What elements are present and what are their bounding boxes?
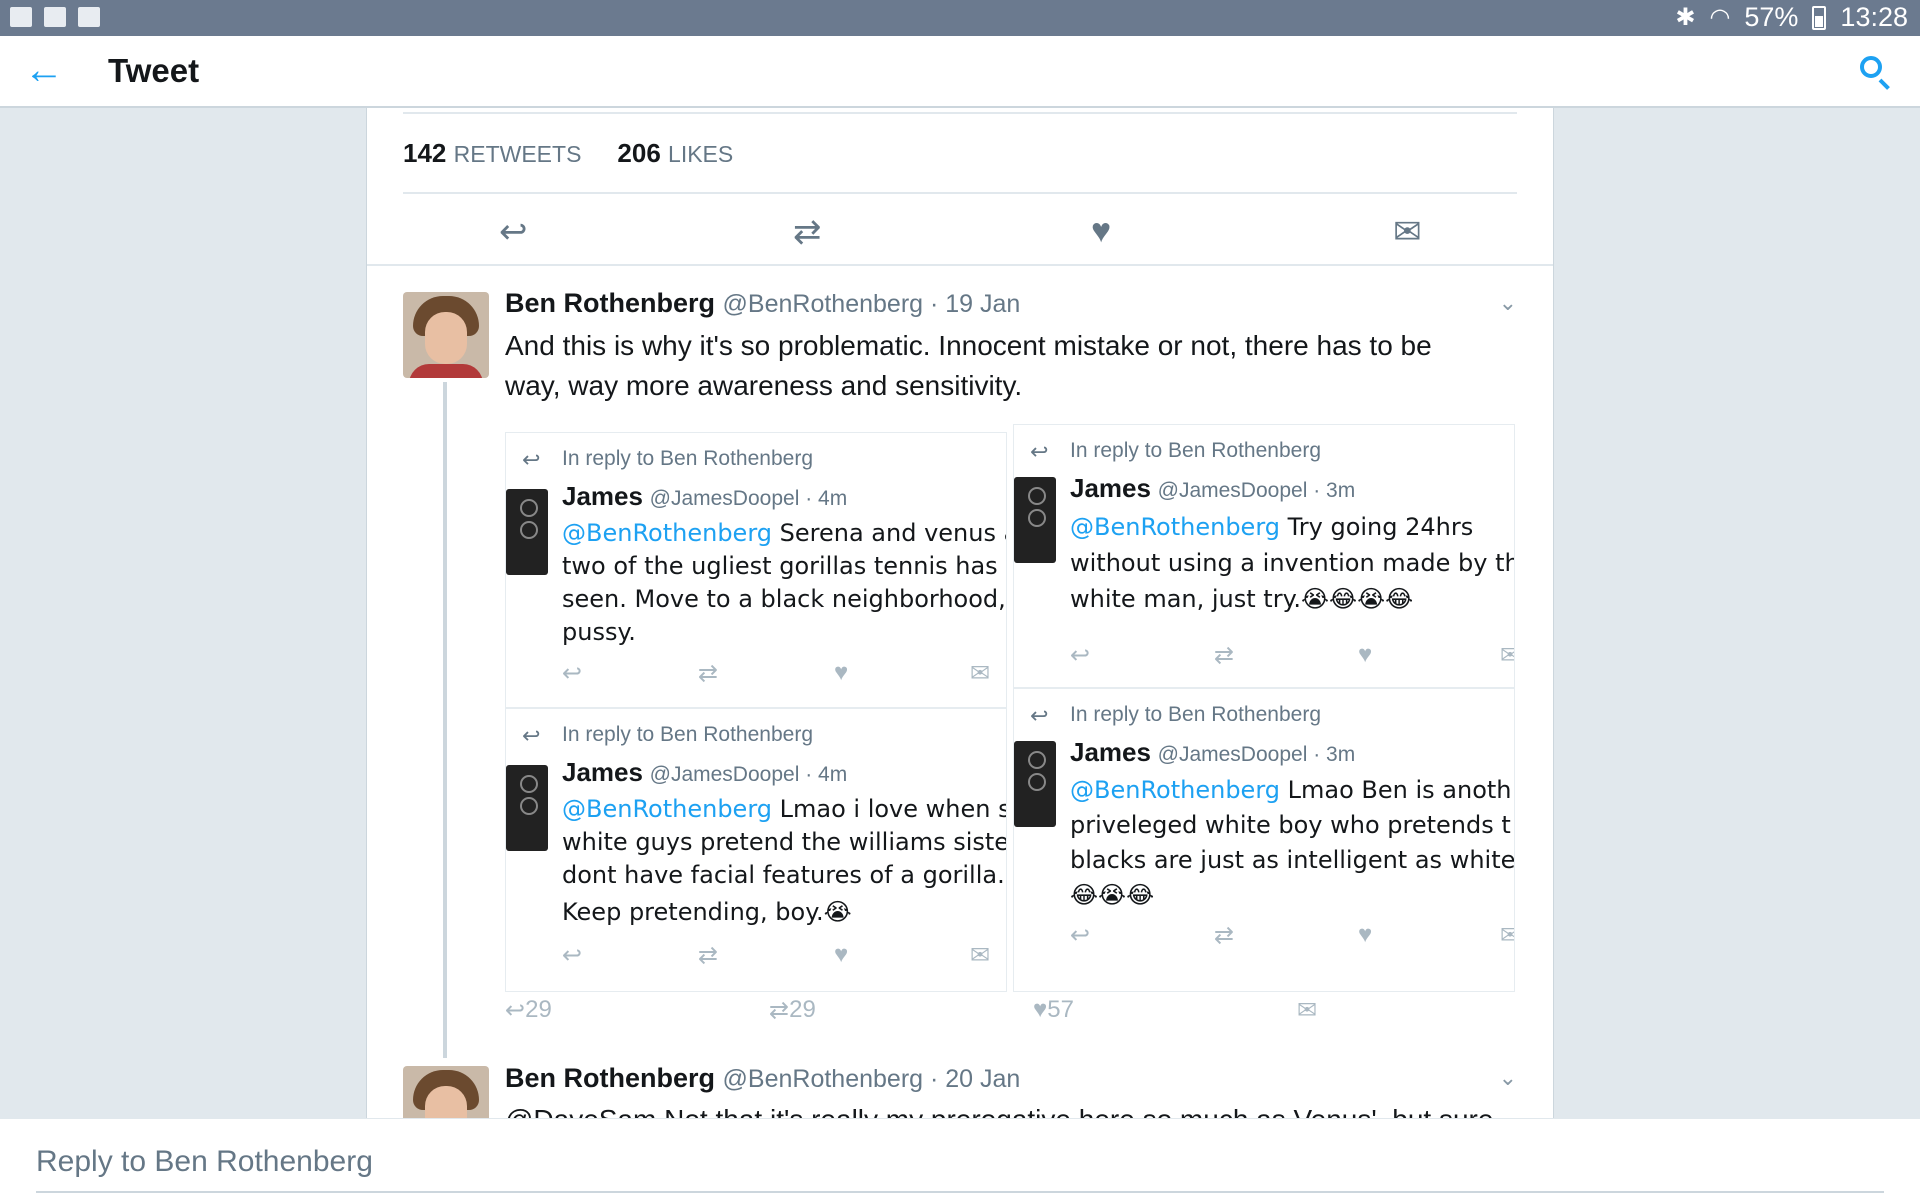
embedded-tweet-card: ↩ In reply to Ben Rothenberg James @James… [1013,688,1515,992]
divider [403,192,1517,194]
in-reply-to: ↩ In reply to Ben Rothenberg [1030,703,1321,728]
tweet-detail-panel: 142 RETWEETS 206 LIKES ↩ ⇄ ♥ ✉ Ben Rothe… [366,108,1554,1118]
direct-message-icon: ✉ [970,660,991,687]
reply-icon: ↩ [1030,439,1049,464]
reply-icon: ↩ [522,447,541,472]
retweet-action[interactable]: ⇄ 29 [769,996,816,1025]
direct-message-icon[interactable]: ✉ [1393,212,1422,252]
embedded-tweet-card: ↩ In reply to Ben Rothenberg James @James… [505,708,1007,992]
embedded-actions: ↩ ⇄ ♥ ✉ [562,941,996,971]
like-heart-icon: ♥ [1358,641,1373,668]
avatar[interactable] [403,1066,489,1118]
retweet-icon: ⇄ [698,942,719,969]
direct-message-icon[interactable]: ✉ [1297,996,1317,1025]
embedded-actions: ↩ ⇄ ♥ ✉ [1070,641,1514,671]
embedded-tweet-card: ↩ In reply to Ben Rothenberg James @James… [505,432,1007,708]
divider [403,112,1517,114]
like-heart-icon: ♥ [1358,921,1373,948]
embedded-actions: ↩ ⇄ ♥ ✉ [562,659,996,689]
embedded-header: James @JamesDoopel · 4m [562,481,848,511]
chevron-down-icon[interactable]: ⌄ [1499,1065,1517,1091]
like-heart-icon: ♥ [834,659,849,686]
tweet-header: Ben Rothenberg @BenRothenberg · 20 Jan [505,1063,1020,1094]
back-arrow-icon[interactable]: ← [24,48,64,92]
retweet-icon: ⇄ [698,660,719,687]
tweet-actions: ↩ 29 ⇄ 29 ♥ 57 ✉ [505,996,1515,1036]
retweets-stat[interactable]: 142 RETWEETS [403,138,581,169]
reply-icon: ↩ [1030,703,1049,728]
like-heart-icon: ♥ [834,941,849,968]
direct-message-icon: ✉ [1500,641,1514,670]
chevron-down-icon[interactable]: ⌄ [1499,290,1517,316]
wifi-icon: ◠ [1709,4,1731,31]
embedded-text: @BenRothenberg Try going 24hrs without u… [1070,513,1515,613]
embedded-header: James @JamesDoopel · 3m [1070,737,1356,767]
in-reply-to: ↩ In reply to Ben Rothenberg [522,723,813,748]
in-reply-to: ↩ In reply to Ben Rothenberg [1030,439,1321,464]
reply-composer[interactable]: Reply to Ben Rothenberg [0,1118,1920,1200]
reply-icon: ↩ [562,660,583,687]
notification-icons [10,7,100,27]
author-name[interactable]: Ben Rothenberg [505,288,715,318]
direct-message-icon: ✉ [970,942,991,969]
reply-icon[interactable]: ↩ [499,212,528,252]
retweet-icon[interactable]: ⇄ [793,212,822,252]
page-title: Tweet [108,52,200,89]
author-handle: @BenRothenberg · 19 Jan [722,290,1021,318]
tweet-stats: 142 RETWEETS 206 LIKES [403,138,733,169]
embedded-screenshot[interactable]: ↩ In reply to Ben Rothenberg James @James… [505,414,1515,992]
embedded-text: @BenRothenberg Lmao Ben is anoth privele… [1070,776,1515,909]
status-bar: ✱ ◠ 57% 13:28 [0,0,1920,36]
tweet-text: @DaveSam Not that it's really my preroga… [505,1100,1515,1118]
tweet-action-bar: ↩ ⇄ ♥ ✉ [403,208,1517,268]
author-name[interactable]: Ben Rothenberg [505,1063,715,1093]
reply-icon: ↩ [1070,642,1091,669]
avatar [1014,477,1056,563]
thread-line [443,382,447,1058]
app-notification-icon [10,7,32,27]
avatar[interactable] [403,292,489,378]
reply-input[interactable]: Reply to Ben Rothenberg [36,1145,373,1179]
retweet-icon: ⇄ [1214,922,1235,949]
search-icon[interactable] [1858,54,1892,90]
in-reply-to: ↩ In reply to Ben Rothenberg [522,447,813,472]
app-toolbar: ← Tweet [0,36,1920,108]
reply-action[interactable]: ↩ 29 [505,996,552,1025]
divider [367,264,1553,266]
retweet-icon: ⇄ [1214,642,1235,669]
embedded-tweet-card: ↩ In reply to Ben Rothenberg James @James… [1013,424,1515,688]
tweet-text: And this is why it's so problematic. Inn… [505,330,1432,401]
battery-icon [1812,5,1827,30]
clock: 13:28 [1840,2,1908,32]
avatar [506,765,548,851]
likes-stat[interactable]: 206 LIKES [617,138,733,169]
embedded-text: @BenRothenberg Serena and venus a two of… [562,519,1007,646]
reply-icon: ↩ [522,723,541,748]
battery-percent: 57% [1744,2,1799,32]
reply-icon: ↩ [562,942,583,969]
mail-notification-icon [44,7,66,27]
embedded-header: James @JamesDoopel · 3m [1070,473,1356,503]
embedded-header: James @JamesDoopel · 4m [562,757,848,787]
tweet-header: Ben Rothenberg @BenRothenberg · 19 Jan [505,288,1020,319]
embedded-text: @BenRothenberg Lmao i love when si white… [562,795,1007,926]
author-handle: @BenRothenberg · 20 Jan [722,1065,1021,1093]
avatar [506,489,548,575]
like-heart-icon[interactable]: ♥ [1091,212,1111,251]
bluetooth-icon: ✱ [1675,4,1696,31]
photo-notification-icon [78,7,100,27]
avatar [1014,741,1056,827]
reply-icon: ↩ [1070,922,1091,949]
embedded-actions: ↩ ⇄ ♥ ✉ [1070,921,1514,951]
like-action[interactable]: ♥ 57 [1033,996,1074,1024]
direct-message-icon: ✉ [1500,921,1514,950]
input-underline [36,1191,1884,1193]
